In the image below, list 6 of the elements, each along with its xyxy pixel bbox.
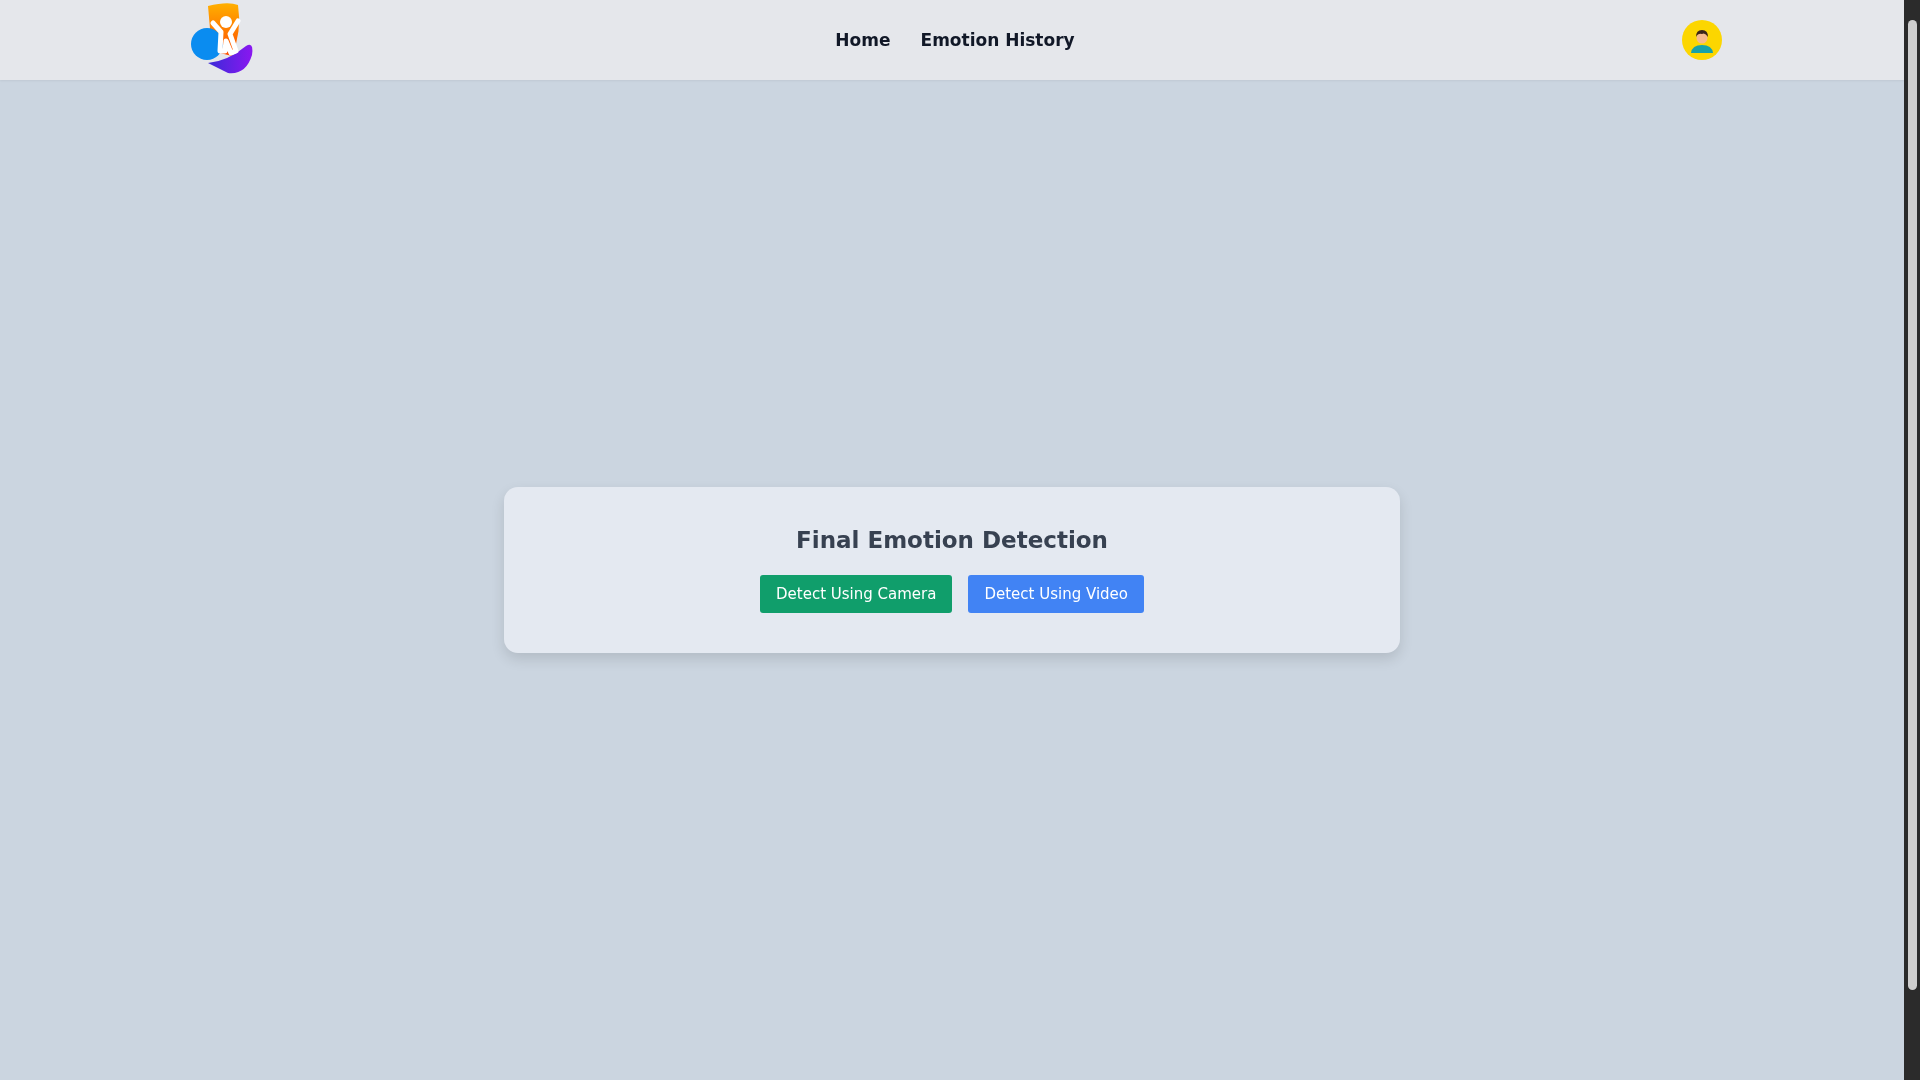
nav-link[interactable]: Home (835, 30, 891, 50)
avatar-icon[interactable] (1682, 20, 1722, 60)
scrollbar[interactable] (1904, 0, 1920, 1080)
card-title: Final Emotion Detection (796, 527, 1108, 553)
detect-button[interactable]: Detect Using Video (968, 575, 1144, 613)
nav-link[interactable]: Emotion History (920, 30, 1075, 50)
